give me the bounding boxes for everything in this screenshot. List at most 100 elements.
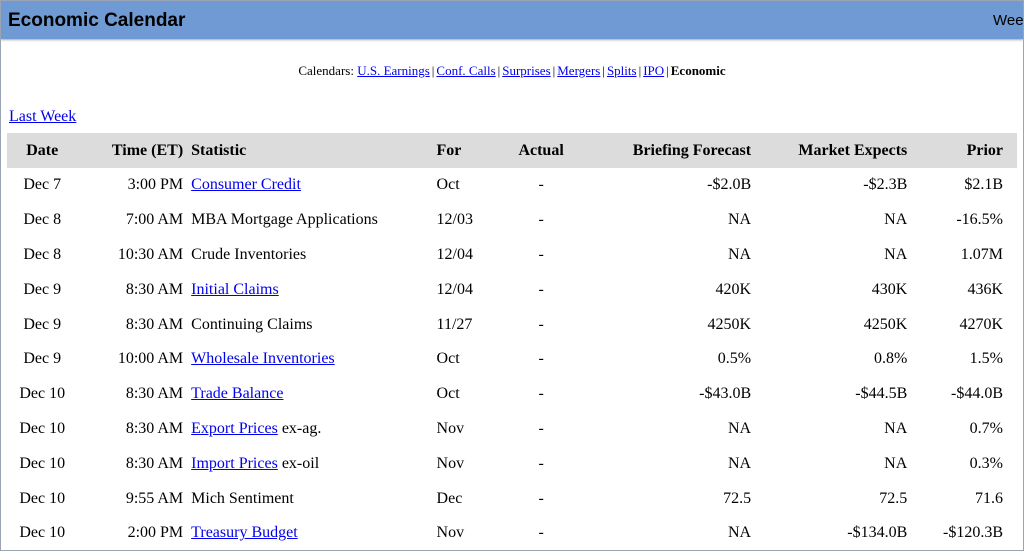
page-title: Economic Calendar <box>8 10 186 31</box>
prior-cell: 0.7% <box>969 419 1003 437</box>
statistic-link[interactable]: Initial Claims <box>191 281 279 298</box>
calendars-label: Calendars: <box>298 63 354 78</box>
col-header-briefing-forecast: Briefing Forecast <box>632 141 752 159</box>
briefing-forecast-cell: NA <box>728 454 752 472</box>
briefing-forecast-cell: 420K <box>715 280 752 298</box>
actual-cell: - <box>538 176 544 194</box>
prior-cell: 71.6 <box>975 489 1003 507</box>
table-body: Dec 7 3:00 PM Consumer Credit Oct - -$2.0B -$2… <box>7 168 1017 550</box>
briefing-forecast-cell: NA <box>728 211 752 229</box>
time-cell: 10:00 AM <box>117 350 184 368</box>
statistic-label: Continuing Claims <box>191 315 313 333</box>
actual-cell: - <box>538 315 544 333</box>
briefing-forecast-cell: 4250K <box>707 315 752 333</box>
for-cell: Nov <box>436 454 465 472</box>
for-cell: 12/04 <box>436 245 473 263</box>
market-expects-cell: 4250K <box>863 315 908 333</box>
date-cell: Dec 10 <box>19 524 66 542</box>
market-expects-cell: 0.8% <box>873 350 908 368</box>
date-cell: Dec 7 <box>23 176 62 194</box>
statistic-link[interactable]: Export Prices <box>191 420 278 437</box>
time-cell: 10:30 AM <box>117 245 184 263</box>
statistic-link[interactable]: Treasury Budget <box>191 524 298 541</box>
col-header-prior: Prior <box>966 141 1003 159</box>
table-row: Dec 7 3:00 PM Consumer Credit Oct - -$2.0B -$2… <box>7 168 1017 203</box>
actual-cell: - <box>538 245 544 263</box>
briefing-forecast-cell: NA <box>728 524 752 542</box>
statistic-cell: Initial Claims <box>187 272 432 307</box>
statistic-suffix: ex-oil <box>277 454 320 472</box>
prior-cell: 4270K <box>959 315 1003 333</box>
statistic-cell: Trade Balance <box>187 377 432 412</box>
col-header-time: Time (ET) <box>111 141 184 159</box>
week-label[interactable]: Week <box>993 12 1023 29</box>
statistic-link[interactable]: Trade Balance <box>191 385 283 402</box>
statistic-label: Mich Sentiment <box>191 489 294 507</box>
statistic-cell: Continuing Claims <box>187 307 432 342</box>
market-expects-cell: NA <box>884 245 908 263</box>
actual-cell: - <box>538 489 544 507</box>
actual-cell: - <box>538 419 544 437</box>
table-row: Dec 10 8:30 AM Trade Balance Oct - -$43.0B -$4… <box>7 377 1017 412</box>
briefing-forecast-cell: 0.5% <box>717 350 752 368</box>
for-cell: 12/03 <box>436 211 473 229</box>
market-expects-cell: -$44.5B <box>855 385 908 403</box>
table-row: Dec 9 10:00 AM Wholesale Inventories Oct - 0.… <box>7 342 1017 377</box>
time-cell: 3:00 PM <box>127 176 184 194</box>
for-cell: 12/04 <box>436 280 473 298</box>
for-cell: Nov <box>436 524 465 542</box>
table-row: Dec 10 8:30 AM Export Prices ex-ag. Nov - NA N… <box>7 412 1017 447</box>
time-cell: 9:55 AM <box>125 489 184 507</box>
calendar-link-conf-calls[interactable]: Conf. Calls <box>436 63 495 78</box>
calendar-link-ipo[interactable]: IPO <box>643 63 664 78</box>
statistic-label: MBA Mortgage Applications <box>191 211 378 229</box>
market-expects-cell: -$2.3B <box>863 176 908 194</box>
for-cell: Oct <box>436 350 460 368</box>
prior-cell: $2.1B <box>964 176 1003 194</box>
statistic-suffix: ex-ag. <box>277 419 322 437</box>
statistic-label: Crude Inventories <box>191 245 307 263</box>
prior-cell: 436K <box>967 280 1003 298</box>
statistic-cell: Export Prices ex-ag. <box>187 412 432 447</box>
table-row: Dec 10 8:30 AM Import Prices ex-oil Nov - NA N… <box>7 446 1017 481</box>
actual-cell: - <box>538 211 544 229</box>
briefing-forecast-cell: -$2.0B <box>707 176 752 194</box>
calendar-link-surprises[interactable]: Surprises <box>502 63 550 78</box>
table-row: Dec 9 8:30 AM Continuing Claims 11/27 - 4250K… <box>7 307 1017 342</box>
table-header-row: Date Time (ET) Statistic For Actual Brie… <box>7 133 1017 168</box>
date-cell: Dec 10 <box>19 385 66 403</box>
date-cell: Dec 8 <box>23 245 62 263</box>
market-expects-cell: NA <box>884 419 908 437</box>
last-week-link[interactable]: Last Week <box>9 108 76 126</box>
actual-cell: - <box>538 524 544 542</box>
actual-cell: - <box>538 454 544 472</box>
date-cell: Dec 9 <box>23 350 62 368</box>
market-expects-cell: -$134.0B <box>847 524 908 542</box>
statistic-cell: Import Prices ex-oil <box>187 446 432 481</box>
calendar-current-economic: Economic <box>670 63 726 78</box>
briefing-forecast-cell: -$43.0B <box>699 385 752 403</box>
calendar-link-mergers[interactable]: Mergers <box>557 63 600 78</box>
time-cell: 8:30 AM <box>125 280 184 298</box>
col-header-for: For <box>436 141 462 159</box>
date-cell: Dec 9 <box>23 315 62 333</box>
for-cell: Oct <box>436 385 460 403</box>
time-cell: 2:00 PM <box>127 524 184 542</box>
for-cell: Nov <box>436 419 465 437</box>
date-cell: Dec 10 <box>19 454 66 472</box>
statistic-link[interactable]: Wholesale Inventories <box>191 350 335 367</box>
calendar-link-splits[interactable]: Splits <box>607 63 637 78</box>
actual-cell: - <box>538 350 544 368</box>
date-cell: Dec 8 <box>23 211 62 229</box>
statistic-cell: Crude Inventories <box>187 238 432 273</box>
prior-cell: 1.5% <box>969 350 1003 368</box>
statistic-link[interactable]: Import Prices <box>191 455 278 472</box>
economic-calendar-table: Date Time (ET) Statistic For Actual Brie… <box>7 133 1017 550</box>
statistic-cell: Treasury Budget <box>187 516 432 550</box>
market-expects-cell: 72.5 <box>879 489 908 507</box>
for-cell: Oct <box>436 176 460 194</box>
statistic-link[interactable]: Consumer Credit <box>191 176 301 193</box>
date-cell: Dec 10 <box>19 419 66 437</box>
statistic-cell: Consumer Credit <box>187 168 432 203</box>
calendar-link-us-earnings[interactable]: U.S. Earnings <box>357 63 430 78</box>
